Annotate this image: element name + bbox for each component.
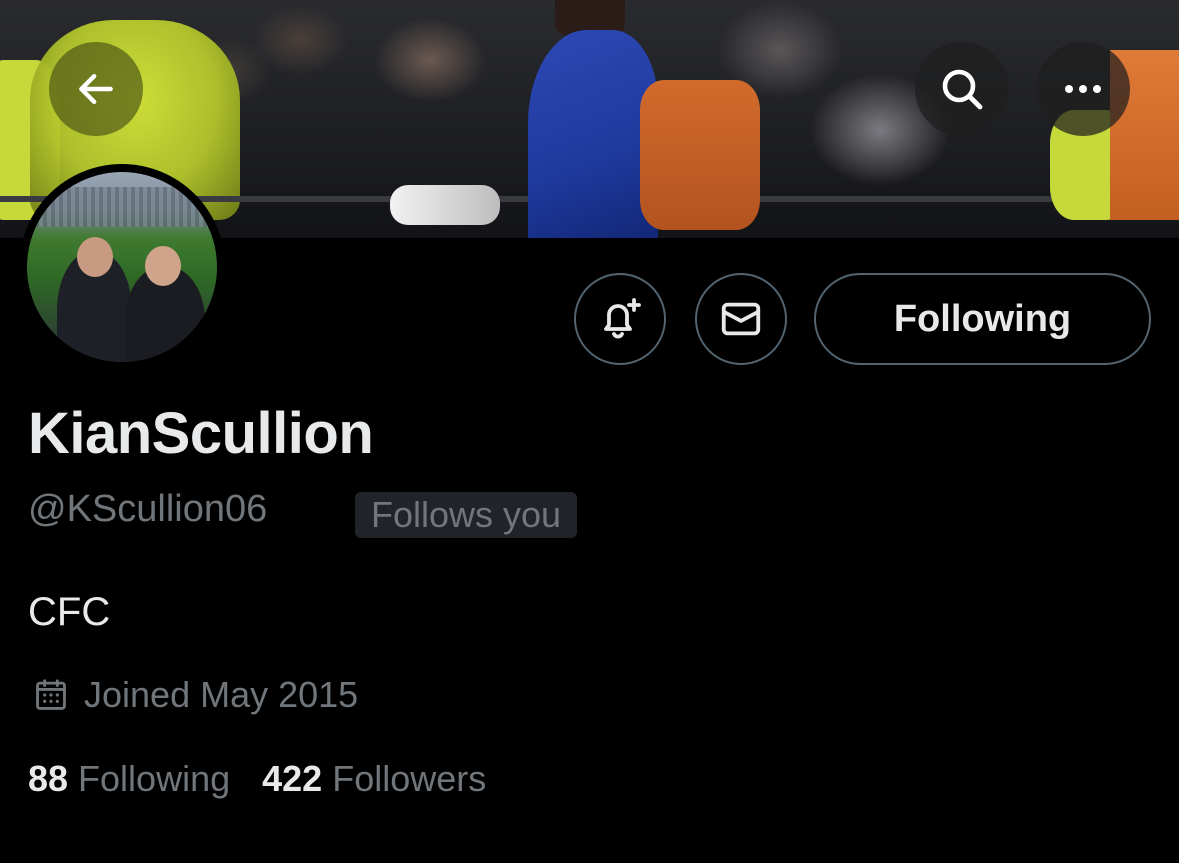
more-horizontal-icon (1065, 85, 1101, 93)
banner-camera-lens (390, 185, 500, 225)
envelope-icon (721, 302, 761, 336)
followers-count: 422 (262, 758, 323, 799)
avatar-person-2-head (145, 246, 181, 286)
more-options-button[interactable] (1036, 42, 1130, 136)
avatar-image (27, 172, 217, 362)
following-count: 88 (28, 758, 69, 799)
following-button[interactable]: Following (814, 273, 1151, 365)
following-stat[interactable]: 88 Following (28, 758, 230, 800)
calendar-icon (36, 679, 66, 710)
followers-stat[interactable]: 422 Followers (262, 758, 486, 800)
bell-plus-icon (604, 298, 641, 339)
joined-date-text: Joined May 2015 (84, 674, 359, 715)
display-name: KianScullion (28, 401, 374, 466)
back-button[interactable] (49, 42, 143, 136)
arrow-left-icon (79, 73, 113, 105)
search-icon (942, 69, 983, 110)
message-button[interactable] (695, 273, 787, 365)
followers-label: Followers (332, 758, 487, 799)
avatar-person-1-head (77, 237, 113, 277)
following-label: Following (78, 758, 231, 799)
avatar[interactable] (19, 164, 225, 370)
user-handle: @KScullion06 (28, 488, 268, 530)
banner-player (528, 30, 658, 238)
banner-steward-orange (640, 80, 760, 230)
joined-date: Joined May 2015 (32, 674, 358, 716)
avatar-stadium-stand (27, 187, 217, 227)
search-button[interactable] (915, 42, 1009, 136)
bio: CFC (28, 590, 111, 634)
notifications-button[interactable] (574, 273, 666, 365)
follow-stats: 88 Following 422 Followers (28, 758, 486, 800)
follows-you-badge: Follows you (355, 492, 578, 538)
